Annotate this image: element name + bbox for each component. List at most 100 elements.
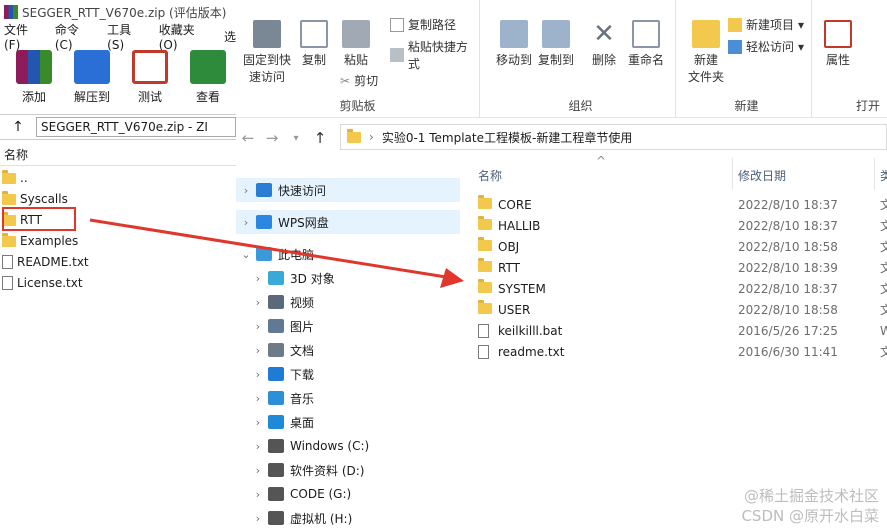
new-item-button[interactable]: 新建项目 ▾ [728,16,804,33]
cut-button[interactable]: ✂ 剪切 [340,72,378,89]
winrar-toolbar: 添加 解压到 测试 查看 [0,50,236,112]
organize-group: 移动到 复制到 ✕ 删除 重命名 组织 [486,0,676,118]
menu-tools[interactable]: 工具(S) [107,21,148,52]
nav-item-cloud[interactable]: › WPS网盘 [236,210,460,234]
back-arrow-icon[interactable]: ← [236,129,260,147]
list-item[interactable]: License.txt [2,273,83,293]
nav-item-video[interactable]: › 视频 [236,290,460,314]
new-folder-button[interactable]: 新建 文件夹 [688,20,724,85]
nav-item-download[interactable]: › 下载 [236,362,460,386]
properties-button[interactable]: 属性 [824,20,852,68]
paste-shortcut-button[interactable]: 粘贴快捷方式 [390,38,479,72]
expand-chevron-icon[interactable]: › [236,216,256,229]
expand-chevron-icon[interactable]: › [248,344,268,357]
list-item[interactable]: Examples [2,231,78,251]
breadcrumb[interactable]: 实验0-1 Template工程模板-新建工程章节使用 [382,129,633,146]
file-row[interactable]: SYSTEM 2022/8/10 18:37 文 [470,278,887,299]
list-item[interactable]: README.txt [2,252,89,272]
recent-chevron-icon[interactable]: ▾ [284,133,308,144]
nav-item-star[interactable]: › 快速访问 [236,178,460,202]
nav-item-desktop[interactable]: › 桌面 [236,410,460,434]
expand-chevron-icon[interactable]: › [248,416,268,429]
file-row[interactable]: CORE 2022/8/10 18:37 文 [470,194,887,215]
file-date: 2016/6/30 11:41 [738,344,838,359]
nav-item-picture[interactable]: › 图片 [236,314,460,338]
nav-item-3d-objects[interactable]: › 3D 对象 [236,266,460,290]
nav-item-computer[interactable]: ⌄ 此电脑 [236,242,460,266]
desktop-icon [268,415,284,429]
nav-item-label: 下载 [290,367,315,382]
file-row[interactable]: keilkilll.bat 2016/5/26 17:25 W [470,320,887,341]
menu-command[interactable]: 命令(C) [55,21,96,52]
column-divider[interactable] [732,158,733,190]
view-label: 查看 [195,90,220,104]
winrar-path-box[interactable]: SEGGER_RTT_V670e.zip - ZI [36,117,236,137]
picture-icon [268,319,284,333]
up-arrow-icon[interactable]: ↑ [308,129,332,147]
menu-favorites[interactable]: 收藏夹(O) [159,21,213,52]
file-row[interactable]: USER 2022/8/10 18:58 文 [470,299,887,320]
copy-path-button[interactable]: 复制路径 [390,16,456,33]
expand-chevron-icon[interactable]: › [248,296,268,309]
file-date: 2022/8/10 18:37 [738,218,838,233]
move-to-label: 移动到 [496,53,533,67]
expand-chevron-icon[interactable]: › [248,440,268,453]
expand-chevron-icon[interactable]: › [236,184,256,197]
folder-icon [2,169,16,184]
file-row[interactable]: HALLIB 2022/8/10 18:37 文 [470,215,887,236]
expand-chevron-icon[interactable]: › [248,272,268,285]
forward-arrow-icon[interactable]: → [260,129,284,147]
column-date-header[interactable]: 修改日期 [738,167,786,184]
view-button[interactable]: 查看 [184,50,232,112]
winrar-path: SEGGER_RTT_V670e.zip - ZI [41,120,208,134]
file-name: RTT [498,260,520,275]
menu-file[interactable]: 文件(F) [4,21,44,52]
delete-button[interactable]: ✕ 删除 [590,20,618,68]
nav-item-drive[interactable]: › 软件资料 (D:) [236,458,460,482]
expand-chevron-icon[interactable]: › [248,488,268,501]
list-item[interactable]: Syscalls [2,189,68,209]
expand-chevron-icon[interactable]: › [248,464,268,477]
paste-button[interactable]: 粘贴 [342,20,370,68]
test-button[interactable]: 测试 [126,50,174,112]
expand-chevron-icon[interactable]: ⌄ [236,248,256,261]
address-bar[interactable]: › 实验0-1 Template工程模板-新建工程章节使用 [340,124,887,150]
file-type: 文 [880,345,887,359]
expand-chevron-icon[interactable]: › [248,368,268,381]
winrar-column-name[interactable]: 名称 [0,146,236,166]
copy-button[interactable]: 复制 [300,20,328,68]
nav-item-document[interactable]: › 文档 [236,338,460,362]
copy-to-button[interactable]: 复制到 [538,20,574,68]
item-label: README.txt [17,255,89,269]
add-button[interactable]: 添加 [10,50,58,112]
copy-path-label: 复制路径 [408,18,457,32]
paste-icon [342,20,370,48]
expand-chevron-icon[interactable]: › [248,392,268,405]
expand-chevron-icon[interactable]: › [248,512,268,525]
expand-chevron-icon[interactable]: › [248,320,268,333]
file-row[interactable]: readme.txt 2016/6/30 11:41 文 [470,341,887,362]
menu-options[interactable]: 选 [224,28,236,45]
column-type-header[interactable]: 类 [880,167,887,184]
easy-access-button[interactable]: 轻松访问 ▾ [728,38,804,55]
file-row[interactable]: OBJ 2022/8/10 18:58 文 [470,236,887,257]
properties-label: 属性 [825,53,850,67]
column-divider[interactable] [874,158,875,190]
up-arrow-icon[interactable]: ↑ [0,119,36,135]
pin-quick-access-button[interactable]: 固定到快 速访问 [242,20,292,85]
move-to-button[interactable]: 移动到 [496,20,532,68]
folder-icon [478,279,492,293]
navigation-pane: › 快速访问 › WPS网盘 ⌄ 此电脑 › 3D 对象 › 视频 › 图片 › 文档 › 下载 › 音乐 › 桌面 ›… [236,158,460,528]
column-headers: 名称 ^ 修改日期 类 [470,154,887,190]
column-name-header[interactable]: 名称 [478,167,502,184]
nav-item-drive[interactable]: › Windows (C:) [236,434,460,458]
extract-to-button[interactable]: 解压到 [68,50,116,112]
nav-item-drive[interactable]: › 虚拟机 (H:) [236,506,460,530]
list-item[interactable]: .. [2,168,28,188]
text-file-icon [2,255,13,269]
nav-item-drive[interactable]: › CODE (G:) [236,482,460,506]
item-label: .. [20,171,28,185]
nav-item-music[interactable]: › 音乐 [236,386,460,410]
file-row[interactable]: RTT 2022/8/10 18:39 文 [470,257,887,278]
rename-button[interactable]: 重命名 [628,20,664,68]
